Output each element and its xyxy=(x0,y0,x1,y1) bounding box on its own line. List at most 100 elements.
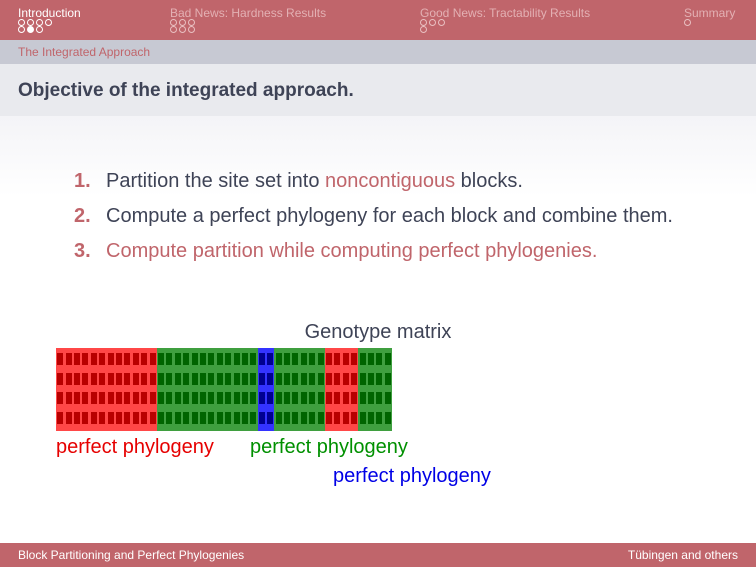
matrix-cell xyxy=(149,372,156,385)
matrix-cell xyxy=(183,353,190,365)
matrix-cell xyxy=(157,353,164,365)
slide-content: 1. Partition the site set into noncontig… xyxy=(0,116,756,543)
nav-frame-dot[interactable] xyxy=(45,19,52,26)
matrix-cell xyxy=(99,353,106,365)
matrix-cell xyxy=(208,353,215,365)
matrix-cell xyxy=(275,411,282,424)
subsection-title[interactable]: The Integrated Approach xyxy=(18,45,150,59)
matrix-cell xyxy=(225,372,232,385)
nav-frame-dot[interactable] xyxy=(684,19,691,26)
nav-frame-dot[interactable] xyxy=(179,19,186,26)
matrix-cell xyxy=(174,372,181,385)
matrix-cell xyxy=(65,353,72,365)
matrix-cell xyxy=(325,372,332,385)
step-text: Partition the site set into xyxy=(106,170,326,192)
step-number: 3. xyxy=(74,240,91,262)
matrix-cell xyxy=(132,392,139,404)
nav-frame-dot[interactable] xyxy=(27,26,34,33)
nav-frame-dot[interactable] xyxy=(420,26,427,33)
matrix-cell xyxy=(183,372,190,385)
matrix-cell xyxy=(334,372,341,385)
nav-frame-dot[interactable] xyxy=(18,19,25,26)
matrix-cell xyxy=(216,372,223,385)
nav-frame-dot[interactable] xyxy=(188,19,195,26)
matrix-cell xyxy=(317,411,324,424)
matrix-label: Genotype matrix xyxy=(304,321,452,343)
matrix-cell xyxy=(74,392,80,404)
matrix-cell xyxy=(275,392,282,404)
nav-dot-row xyxy=(170,26,197,33)
matrix-cell xyxy=(334,353,341,365)
nav-frame-dot[interactable] xyxy=(188,26,195,33)
nav-frame-dot[interactable] xyxy=(170,19,177,26)
matrix-cell xyxy=(258,411,265,424)
nav-dot-row xyxy=(170,19,197,26)
matrix-cell xyxy=(267,353,274,365)
step-highlight: noncontiguous xyxy=(325,170,456,192)
matrix-cell xyxy=(166,411,173,424)
matrix-cell xyxy=(292,372,299,385)
nav-frame-dot[interactable] xyxy=(170,26,177,33)
matrix-cell xyxy=(107,411,114,424)
matrix-cell xyxy=(250,353,257,365)
nav-frame-dot[interactable] xyxy=(36,26,43,33)
matrix-cell xyxy=(384,392,391,404)
matrix-cell xyxy=(199,392,206,404)
nav-dot-row xyxy=(684,19,693,26)
matrix-cell xyxy=(124,372,131,385)
footer-bar: Block Partitioning and Perfect Phylogeni… xyxy=(0,543,756,567)
nav-frame-dot[interactable] xyxy=(420,19,427,26)
matrix-cell xyxy=(376,372,383,385)
matrix-cell xyxy=(74,411,80,424)
matrix-cell xyxy=(351,372,358,385)
matrix-cell xyxy=(241,353,248,365)
nav-section-hardness-results[interactable]: Bad News: Hardness Results xyxy=(170,6,326,20)
nav-frame-dot[interactable] xyxy=(27,19,34,26)
nav-section-introduction[interactable]: Introduction xyxy=(18,6,81,20)
nav-frame-dot[interactable] xyxy=(179,26,186,33)
matrix-cell xyxy=(367,353,374,365)
genotype-matrix xyxy=(56,348,647,431)
matrix-cell xyxy=(82,353,89,365)
matrix-block-blue xyxy=(257,348,275,431)
matrix-cell xyxy=(208,392,215,404)
matrix-cell xyxy=(166,392,173,404)
matrix-cell xyxy=(233,353,240,365)
matrix-cell xyxy=(241,372,248,385)
matrix-cell xyxy=(376,353,383,365)
matrix-cell xyxy=(225,353,232,365)
matrix-cell xyxy=(90,353,97,365)
nav-dots-hardness-results xyxy=(170,19,197,33)
matrix-cell xyxy=(283,353,290,365)
matrix-cell xyxy=(309,353,316,365)
matrix-cell xyxy=(216,392,223,404)
matrix-cell xyxy=(317,372,324,385)
nav-frame-dot[interactable] xyxy=(36,19,43,26)
matrix-cell xyxy=(325,392,332,404)
matrix-cell xyxy=(116,372,122,385)
step-text: Compute partition while computing perfec… xyxy=(106,240,598,262)
nav-section-tractability-results[interactable]: Good News: Tractability Results xyxy=(420,6,590,20)
matrix-cell xyxy=(325,411,332,424)
matrix-cell xyxy=(267,392,274,404)
nav-frame-dot[interactable] xyxy=(18,26,25,33)
matrix-cell xyxy=(132,353,139,365)
matrix-cell xyxy=(300,411,307,424)
matrix-cell xyxy=(124,392,131,404)
matrix-cell xyxy=(300,392,307,404)
matrix-cell xyxy=(199,372,206,385)
matrix-cell xyxy=(325,353,332,365)
phylogeny-label-green: perfect phylogeny xyxy=(250,436,408,458)
matrix-cell xyxy=(191,392,198,404)
frame-title: Objective of the integrated approach. xyxy=(18,80,354,101)
matrix-cell xyxy=(157,392,164,404)
nav-section-summary[interactable]: Summary xyxy=(684,6,735,20)
nav-frame-dot[interactable] xyxy=(438,19,445,26)
nav-frame-dot[interactable] xyxy=(429,19,436,26)
matrix-cell xyxy=(292,392,299,404)
matrix-cell xyxy=(250,392,257,404)
matrix-cell xyxy=(208,372,215,385)
matrix-cell xyxy=(141,392,148,404)
matrix-cell xyxy=(65,372,72,385)
matrix-cell xyxy=(367,392,374,404)
